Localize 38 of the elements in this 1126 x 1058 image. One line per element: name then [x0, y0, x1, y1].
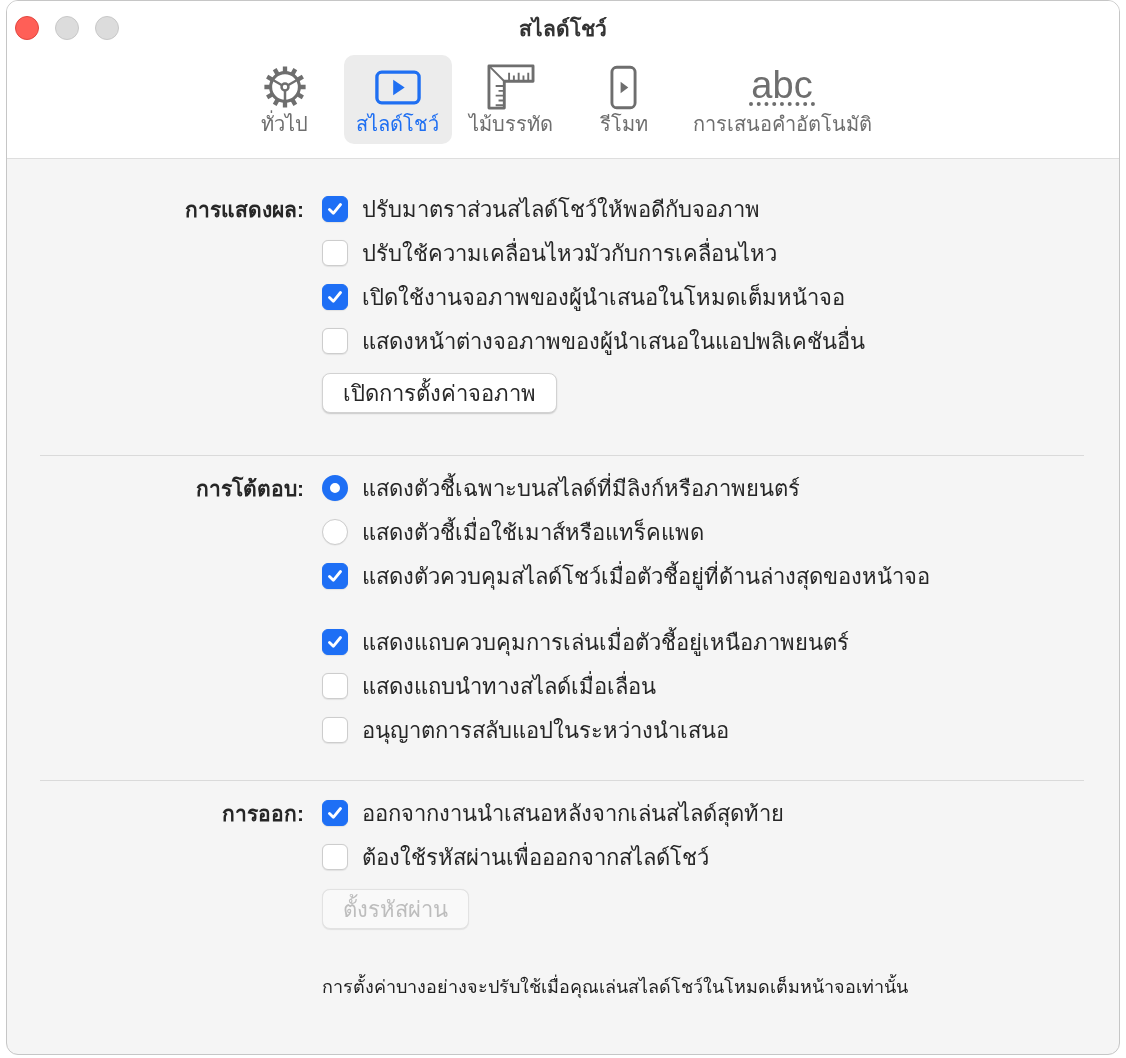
checkbox[interactable]: [322, 196, 348, 222]
section-label: การโต้ตอบ:: [196, 475, 304, 502]
checkbox[interactable]: [322, 563, 348, 589]
checkbox[interactable]: [322, 284, 348, 310]
gear-icon: [261, 64, 308, 110]
checkbox-label: ต้องใช้รหัสผ่านเพื่อออกจากสไลด์โชว์: [362, 841, 709, 872]
checkbox-label: แสดงแถบนำทางสไลด์เมื่อเลื่อน: [362, 670, 656, 701]
push-button[interactable]: เปิดการตั้งค่าจอภาพ: [322, 373, 557, 413]
close-button[interactable]: [15, 16, 39, 40]
checkbox-label: ปรับมาตราส่วนสไลด์โชว์ให้พอดีกับจอภาพ: [362, 195, 760, 224]
checkbox-label: แสดงตัวควบคุมสไลด์โชว์เมื่อตัวชี้อยู่ที่ด้านล่างสุดของหน้าจอ: [362, 560, 930, 592]
toolbar-tab[interactable]: abc การเสนอคำอัตโนมัติ: [682, 55, 882, 144]
checkbox-label: ออกจากงานนำเสนอหลังจากเล่นสไลด์สุดท้าย: [362, 799, 784, 829]
play-screen-icon: [374, 69, 421, 105]
checkmark-icon: [328, 807, 342, 819]
toolbar-tab[interactable]: สไลด์โชว์: [343, 55, 452, 144]
window-title: สไลด์โชว์: [519, 15, 607, 42]
ruler-icon: [486, 64, 535, 110]
radio-label: แสดงตัวชี้เมื่อใช้เมาส์หรือแทร็คแพด: [362, 516, 704, 547]
phone-icon: [610, 64, 637, 110]
radio-label: แสดงตัวชี้เฉพาะบนสไลด์ที่มีลิงก์หรือภาพยนตร์: [362, 472, 800, 503]
checkmark-icon: [328, 570, 342, 582]
checkmark-icon: [328, 203, 342, 215]
radio-button[interactable]: [322, 475, 348, 501]
section-label: การออก:: [222, 800, 304, 827]
checkmark-icon: [328, 291, 342, 303]
section-label: การแสดงผล:: [185, 196, 304, 223]
toolbar-tab[interactable]: ทั่วไป: [230, 55, 339, 144]
toolbar-tab[interactable]: รีโมท: [569, 55, 678, 144]
checkbox-label: แสดงหน้าต่างจอภาพของผู้นำเสนอในแอปพลิเคชันอื่น: [362, 325, 865, 357]
checkbox-label: เปิดใช้งานจอภาพของผู้นำเสนอในโหมดเต็มหน้าจอ: [362, 282, 845, 313]
checkbox-label: ปรับใช้ความเคลื่อนไหวมัวกับการเคลื่อนไหว: [362, 237, 777, 268]
checkbox[interactable]: [322, 800, 348, 826]
checkmark-icon: [328, 636, 342, 648]
checkbox-label: อนุญาตการสลับแอปในระหว่างนำเสนอ: [362, 716, 729, 746]
checkbox-label: แสดงแถบควบคุมการเล่นเมื่อตัวชี้อยู่เหนือภาพยนตร์: [362, 626, 849, 658]
checkbox[interactable]: [322, 629, 348, 655]
toolbar-tab[interactable]: ไม้บรรทัด: [456, 55, 565, 144]
